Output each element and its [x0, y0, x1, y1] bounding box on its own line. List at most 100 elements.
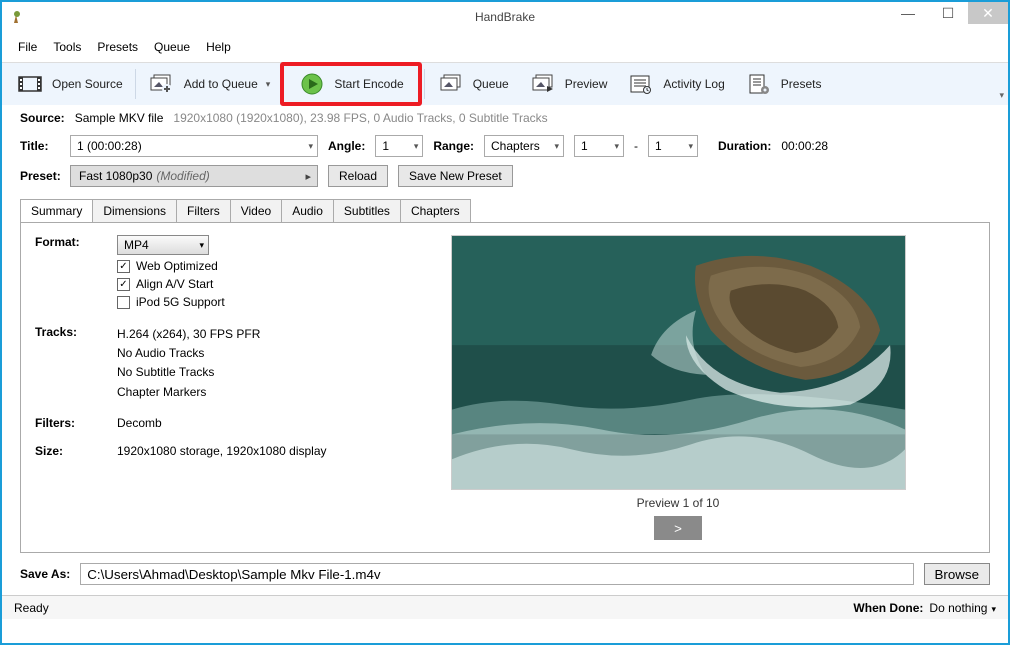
tab-panel-summary: Format: MP4 ✓ Web Optimized ✓ Align A/V St…: [20, 222, 990, 553]
duration-value: 00:00:28: [781, 139, 828, 153]
tracks-body: H.264 (x264), 30 FPS PFR No Audio Tracks…: [117, 325, 260, 402]
preview-next-button[interactable]: >: [654, 516, 702, 540]
menu-queue[interactable]: Queue: [148, 36, 196, 58]
source-details: 1920x1080 (1920x1080), 23.98 FPS, 0 Audi…: [173, 111, 547, 125]
preview-counter: Preview 1 of 10: [637, 496, 720, 510]
source-row: Source: Sample MKV file 1920x1080 (1920x…: [2, 105, 1008, 131]
track-line: No Audio Tracks: [117, 344, 260, 363]
preset-name: Fast 1080p30: [79, 169, 152, 183]
activity-log-button[interactable]: Activity Log: [617, 68, 734, 100]
toolbar: Open Source Add to Queue ▾ Start Encode …: [2, 63, 1008, 105]
tab-dimensions[interactable]: Dimensions: [92, 199, 177, 222]
reload-button[interactable]: Reload: [328, 165, 388, 187]
title-dropdown[interactable]: 1 (00:00:28): [70, 135, 318, 157]
align-av-checkbox[interactable]: ✓: [117, 278, 130, 291]
menu-tools[interactable]: Tools: [47, 36, 87, 58]
open-source-label: Open Source: [52, 77, 123, 91]
close-button[interactable]: ✕: [968, 2, 1008, 24]
app-icon: [10, 9, 26, 25]
duration-label: Duration:: [718, 139, 771, 153]
app-window: HandBrake — ☐ ✕ File Tools Presets Queue…: [0, 0, 1010, 645]
queue-button[interactable]: Queue: [427, 68, 519, 100]
title-label: Title:: [20, 139, 60, 153]
activity-log-label: Activity Log: [663, 77, 724, 91]
track-line: No Subtitle Tracks: [117, 363, 260, 382]
web-optimized-label: Web Optimized: [136, 259, 218, 273]
when-done-label: When Done:: [853, 601, 923, 615]
tracks-label: Tracks:: [35, 325, 117, 339]
tabs-container: Summary Dimensions Filters Video Audio S…: [20, 199, 990, 553]
toolbar-separator: [135, 69, 136, 99]
menubar: File Tools Presets Queue Help: [2, 32, 1008, 63]
window-controls: — ☐ ✕: [888, 2, 1008, 24]
angle-dropdown[interactable]: 1: [375, 135, 423, 157]
title-row: Title: 1 (00:00:28) Angle: 1 Range: Chap…: [2, 131, 1008, 161]
size-label: Size:: [35, 444, 117, 458]
save-new-preset-button[interactable]: Save New Preset: [398, 165, 513, 187]
summary-left: Format: MP4 ✓ Web Optimized ✓ Align A/V St…: [35, 235, 365, 540]
start-encode-button[interactable]: Start Encode: [288, 68, 413, 100]
menu-presets[interactable]: Presets: [91, 36, 144, 58]
dropdown-arrow-icon: ▾: [266, 79, 271, 90]
menu-file[interactable]: File: [12, 36, 43, 58]
preset-dropdown[interactable]: Fast 1080p30 (Modified): [70, 165, 318, 187]
toolbar-separator: [424, 69, 425, 99]
add-queue-button[interactable]: Add to Queue ▾: [138, 68, 281, 100]
photos-plus-icon: [148, 72, 176, 96]
filters-label: Filters:: [35, 416, 117, 430]
align-av-label: Align A/V Start: [136, 277, 213, 291]
source-label: Source:: [20, 111, 65, 125]
tab-audio[interactable]: Audio: [281, 199, 334, 222]
source-name: Sample MKV file: [75, 111, 164, 125]
minimize-button[interactable]: —: [888, 2, 928, 24]
angle-label: Angle:: [328, 139, 365, 153]
when-done-dropdown[interactable]: Do nothing: [929, 601, 996, 615]
web-optimized-checkbox[interactable]: ✓: [117, 260, 130, 273]
open-source-button[interactable]: Open Source: [6, 68, 133, 100]
tab-summary[interactable]: Summary: [20, 199, 93, 222]
add-queue-label: Add to Queue: [184, 77, 258, 91]
toolbar-overflow-icon[interactable]: ▾: [999, 90, 1004, 101]
presets-label: Presets: [781, 77, 822, 91]
browse-button[interactable]: Browse: [924, 563, 990, 585]
maximize-button[interactable]: ☐: [928, 2, 968, 24]
size-value: 1920x1080 storage, 1920x1080 display: [117, 444, 327, 458]
format-label: Format:: [35, 235, 117, 249]
preview-image: [451, 235, 906, 490]
start-encode-label: Start Encode: [334, 77, 403, 91]
tab-filters[interactable]: Filters: [176, 199, 231, 222]
save-path-input[interactable]: [80, 563, 913, 585]
presets-gear-icon: [745, 72, 773, 96]
window-title: HandBrake: [2, 10, 1008, 24]
tab-subtitles[interactable]: Subtitles: [333, 199, 401, 222]
summary-right: Preview 1 of 10 >: [381, 235, 975, 540]
filters-value: Decomb: [117, 416, 162, 430]
ipod-label: iPod 5G Support: [136, 295, 225, 309]
start-encode-highlight: Start Encode: [280, 62, 421, 106]
save-as-label: Save As:: [20, 567, 70, 581]
range-label: Range:: [433, 139, 474, 153]
tab-strip: Summary Dimensions Filters Video Audio S…: [20, 199, 990, 222]
tab-video[interactable]: Video: [230, 199, 282, 222]
format-dropdown[interactable]: MP4: [117, 235, 209, 255]
statusbar: Ready When Done: Do nothing: [2, 595, 1008, 619]
photos-play-icon: [529, 72, 557, 96]
film-icon: [16, 72, 44, 96]
range-from-dropdown[interactable]: 1: [574, 135, 624, 157]
menu-help[interactable]: Help: [200, 36, 237, 58]
range-dash: -: [634, 139, 638, 153]
preview-button[interactable]: Preview: [519, 68, 618, 100]
save-row: Save As: Browse: [2, 553, 1008, 595]
track-line: Chapter Markers: [117, 383, 260, 402]
presets-button[interactable]: Presets: [735, 68, 832, 100]
ipod-checkbox[interactable]: [117, 296, 130, 309]
play-icon: [298, 72, 326, 96]
range-to-dropdown[interactable]: 1: [648, 135, 698, 157]
titlebar: HandBrake — ☐ ✕: [2, 2, 1008, 32]
queue-label: Queue: [473, 77, 509, 91]
when-done: When Done: Do nothing: [853, 601, 996, 615]
tab-chapters[interactable]: Chapters: [400, 199, 471, 222]
track-line: H.264 (x264), 30 FPS PFR: [117, 325, 260, 344]
range-type-dropdown[interactable]: Chapters: [484, 135, 564, 157]
status-text: Ready: [14, 601, 49, 615]
